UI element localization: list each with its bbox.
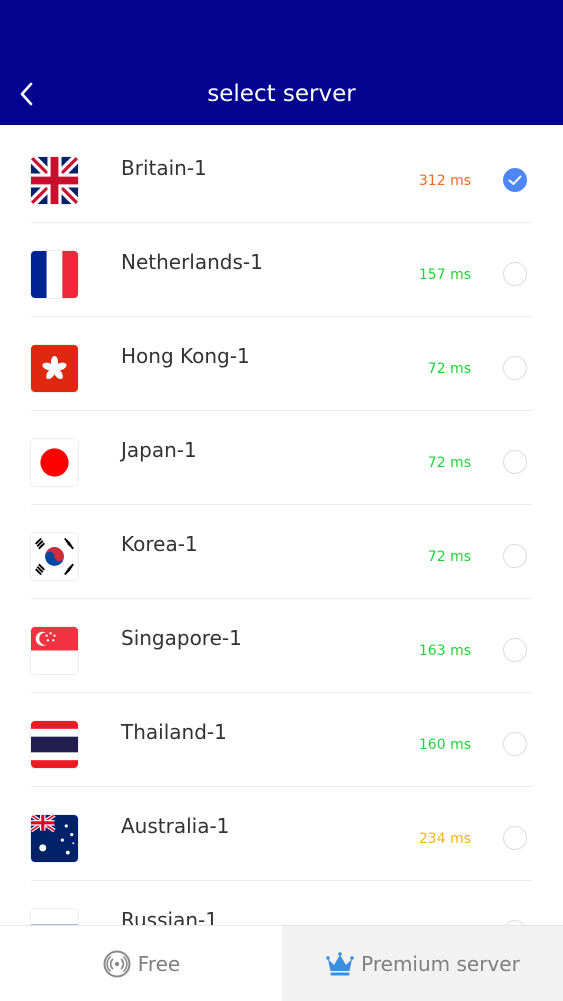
server-radio[interactable] [503, 638, 527, 662]
page-title: select server [0, 78, 563, 110]
server-radio[interactable] [503, 450, 527, 474]
bottom-tab-bar: Free Premium server [0, 925, 563, 1000]
app-header: select server [0, 0, 563, 125]
server-ping: 160 ms [419, 736, 471, 754]
server-ping: 163 ms [419, 642, 471, 660]
server-row[interactable]: Thailand-1 160 ms [0, 693, 563, 787]
server-row[interactable]: Russian-1 [0, 881, 563, 925]
server-name: Britain-1 [121, 155, 207, 181]
russia-flag-icon [31, 909, 78, 925]
server-name: Hong Kong-1 [121, 343, 250, 369]
server-ping: 72 ms [428, 548, 471, 566]
server-name: Netherlands-1 [121, 249, 263, 275]
australia-flag-icon [31, 815, 78, 862]
server-radio[interactable] [503, 732, 527, 756]
server-row[interactable]: Australia-1 234 ms [0, 787, 563, 881]
server-ping: 234 ms [419, 830, 471, 848]
server-ping: 157 ms [419, 266, 471, 284]
server-ping: 72 ms [428, 454, 471, 472]
uk-flag-icon [31, 157, 78, 204]
server-row[interactable]: Britain-1 312 ms [0, 129, 563, 223]
server-radio-selected[interactable] [503, 168, 527, 192]
hong-kong-flag-icon [31, 345, 78, 392]
server-name: Russian-1 [121, 907, 218, 925]
server-name: Thailand-1 [121, 719, 227, 745]
server-row[interactable]: Singapore-1 163 ms [0, 599, 563, 693]
server-name: Singapore-1 [121, 625, 242, 651]
server-radio[interactable] [503, 544, 527, 568]
tab-premium-server[interactable]: Premium server [282, 926, 563, 1001]
singapore-flag-icon [31, 627, 78, 674]
france-flag-icon [31, 251, 78, 298]
server-list: Britain-1 312 ms Netherlands-1 157 ms [0, 125, 563, 925]
server-radio[interactable] [503, 262, 527, 286]
server-row[interactable]: Korea-1 72 ms [0, 505, 563, 599]
crown-icon [325, 949, 355, 979]
tab-free[interactable]: Free [0, 926, 282, 1001]
server-name: Korea-1 [121, 531, 198, 557]
checkmark-icon [503, 168, 527, 192]
thailand-flag-icon [31, 721, 78, 768]
server-row[interactable]: Japan-1 72 ms [0, 411, 563, 505]
tab-free-label: Free [138, 952, 180, 976]
server-name: Australia-1 [121, 813, 229, 839]
signal-broadcast-icon [102, 949, 132, 979]
server-ping: 312 ms [419, 172, 471, 190]
tab-premium-label: Premium server [361, 952, 520, 976]
server-radio[interactable] [503, 826, 527, 850]
server-row[interactable]: Netherlands-1 157 ms [0, 223, 563, 317]
server-row[interactable]: Hong Kong-1 72 ms [0, 317, 563, 411]
korea-flag-icon [31, 533, 78, 580]
server-radio[interactable] [503, 356, 527, 380]
server-ping: 72 ms [428, 360, 471, 378]
japan-flag-icon [31, 439, 78, 486]
server-name: Japan-1 [121, 437, 197, 463]
